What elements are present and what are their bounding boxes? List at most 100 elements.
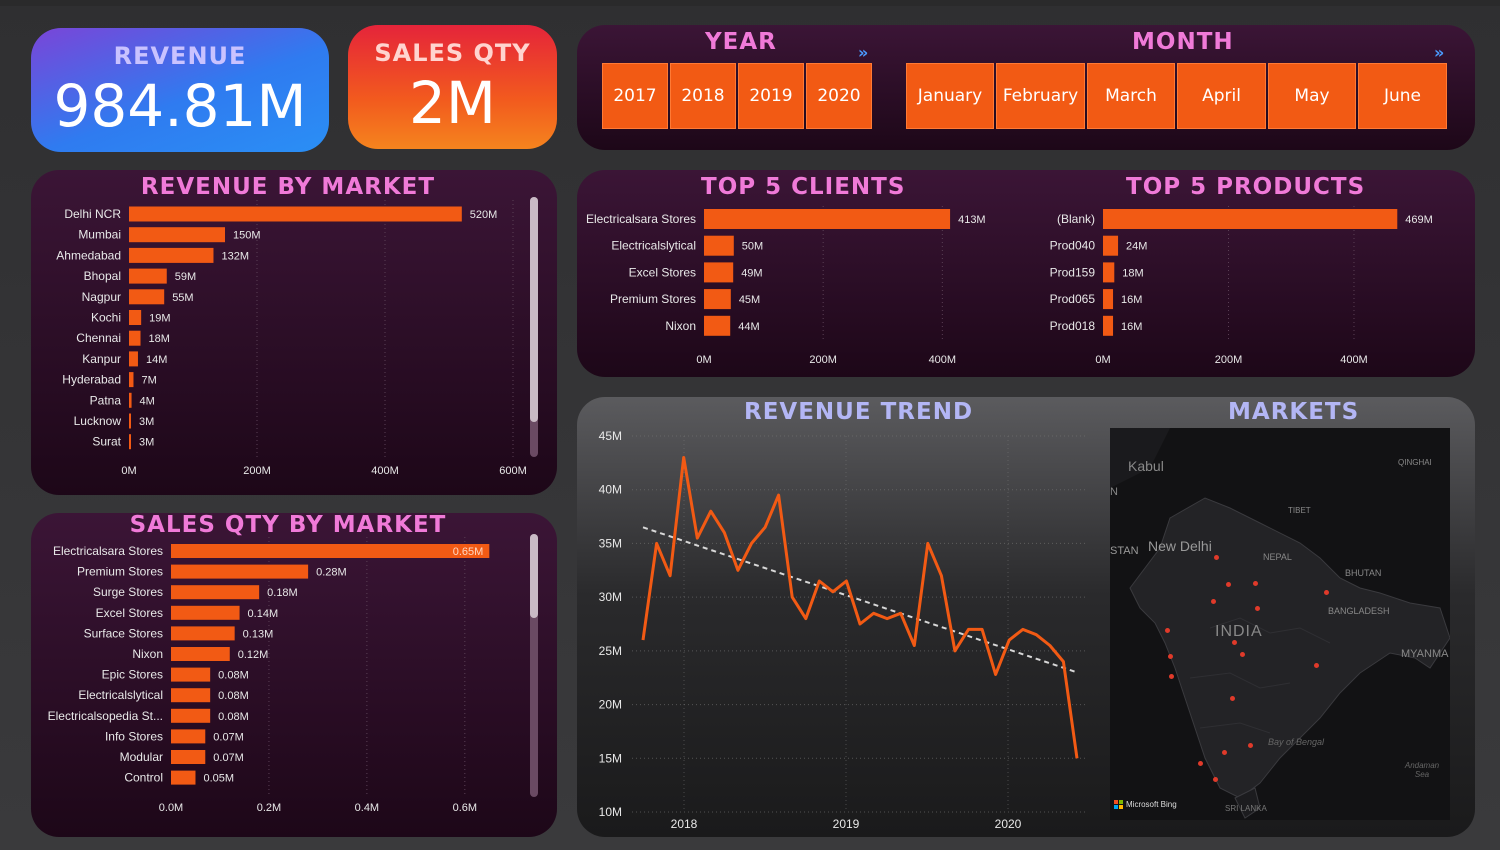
map-label-stan: STAN bbox=[1110, 545, 1139, 557]
map-label-nepal: NEPAL bbox=[1263, 552, 1292, 562]
revenue-by-market-chart: 0M 200M 400M 600M Delhi NCR 520M Mumbai 150M Ahm… bbox=[56, 200, 527, 477]
top5_clients-data-label: 44M bbox=[738, 321, 759, 333]
market-dot[interactable] bbox=[1248, 743, 1253, 748]
revenue_by_market-category-label: Lucknow bbox=[74, 414, 122, 428]
top5_clients-category-label: Excel Stores bbox=[629, 265, 696, 279]
market-dot[interactable] bbox=[1169, 674, 1174, 679]
market-dot[interactable] bbox=[1198, 761, 1203, 766]
top5_products-data-label: 16M bbox=[1121, 321, 1142, 333]
map-label-bhutan: BHUTAN bbox=[1345, 568, 1382, 578]
sales_qty_by_market-category-label: Excel Stores bbox=[96, 606, 163, 620]
revenue_by_market-bar bbox=[129, 392, 132, 408]
month-option-april[interactable]: April bbox=[1177, 63, 1266, 129]
top5_clients-bar bbox=[704, 235, 734, 256]
month-chevron-icon[interactable]: » bbox=[1434, 43, 1444, 62]
top5_products-bar bbox=[1103, 262, 1115, 283]
market-dot[interactable] bbox=[1255, 606, 1260, 611]
sales_qty_by_market-bar bbox=[171, 626, 235, 641]
revenue_by_market-bar bbox=[129, 434, 131, 450]
revenue_by_market-x-tick-label: 400M bbox=[371, 465, 399, 477]
sales_qty_by_market-data-label: 0.28M bbox=[316, 567, 347, 579]
revenue_by_market-data-label: 7M bbox=[141, 375, 156, 387]
top5_products-category-label: Prod159 bbox=[1050, 265, 1096, 279]
month-option-january[interactable]: January bbox=[906, 63, 994, 129]
revenue_by_market-bar bbox=[129, 372, 134, 388]
sales_qty_by_market-category-label: Electricalsopedia St... bbox=[48, 709, 163, 723]
market-dot[interactable] bbox=[1230, 696, 1235, 701]
sales-qty-kpi-card[interactable]: SALES QTY 2M bbox=[348, 25, 557, 149]
top5_clients-data-label: 49M bbox=[741, 267, 762, 279]
market-dot[interactable] bbox=[1324, 590, 1329, 595]
revenue-trend-y-tick-label: 15M bbox=[599, 751, 622, 765]
year-option-2017[interactable]: 2017 bbox=[602, 63, 668, 129]
sales_qty_by_market-data-label: 0.12M bbox=[238, 649, 269, 661]
month-option-may[interactable]: May bbox=[1268, 63, 1356, 129]
revenue-by-market-scroll-thumb[interactable] bbox=[530, 197, 538, 422]
revenue_by_market-data-label: 3M bbox=[139, 416, 154, 428]
market-dot[interactable] bbox=[1222, 750, 1227, 755]
revenue_by_market-data-label: 59M bbox=[175, 271, 196, 283]
sales_qty_by_market-x-tick-label: 0.0M bbox=[159, 802, 183, 814]
revenue_by_market-category-label: Kochi bbox=[91, 311, 121, 325]
map-label-n: N bbox=[1110, 486, 1118, 498]
map-label-qinghai: QINGHAI bbox=[1398, 458, 1432, 467]
revenue-trend-x-tick-label: 2018 bbox=[671, 817, 698, 831]
year-chevron-icon[interactable]: » bbox=[858, 43, 868, 62]
top5_clients-data-label: 50M bbox=[742, 241, 763, 253]
market-dot[interactable] bbox=[1226, 582, 1231, 587]
market-dot[interactable] bbox=[1253, 581, 1258, 586]
top5_products-category-label: Prod040 bbox=[1050, 239, 1096, 253]
sales_qty_by_market-x-tick-label: 0.4M bbox=[355, 802, 379, 814]
sales_qty_by_market-data-label: 0.07M bbox=[213, 731, 244, 743]
revenue_by_market-bar bbox=[129, 247, 214, 263]
market-dot[interactable] bbox=[1214, 555, 1219, 560]
revenue-kpi-card[interactable]: REVENUE 984.81M bbox=[31, 28, 329, 152]
market-dot[interactable] bbox=[1314, 663, 1319, 668]
revenue_by_market-category-label: Chennai bbox=[76, 331, 121, 345]
top5_clients-bar bbox=[704, 209, 951, 229]
year-option-2019[interactable]: 2019 bbox=[738, 63, 804, 129]
sales_qty_by_market-bar bbox=[171, 770, 196, 785]
top5_clients-category-label: Premium Stores bbox=[610, 292, 696, 306]
top-border bbox=[0, 0, 1500, 6]
year-option-2018[interactable]: 2018 bbox=[670, 63, 736, 129]
revenue_by_market-data-label: 132M bbox=[221, 250, 249, 262]
top5_products-bar bbox=[1103, 235, 1119, 256]
revenue_by_market-category-label: Delhi NCR bbox=[64, 207, 121, 221]
revenue_by_market-category-label: Nagpur bbox=[82, 290, 121, 304]
map-label-tibet: TIBET bbox=[1288, 506, 1311, 515]
top5_clients-x-tick-label: 200M bbox=[809, 354, 837, 366]
markets-map[interactable]: Kabul N QINGHAI TIBET STAN New Delhi NEP… bbox=[1110, 428, 1450, 820]
month-option-june[interactable]: June bbox=[1358, 63, 1447, 129]
top5_clients-x-tick-label: 0M bbox=[696, 354, 711, 366]
year-option-2020[interactable]: 2020 bbox=[806, 63, 872, 129]
month-option-march[interactable]: March bbox=[1087, 63, 1175, 129]
sales-qty-by-market-chart: 0.0M 0.2M 0.4M 0.6M Electricalsara Stores 0.6… bbox=[48, 537, 490, 814]
top5_products-x-tick-label: 400M bbox=[1340, 354, 1368, 366]
revenue-trend-line bbox=[641, 456, 1079, 759]
top5_clients-x-tick-label: 400M bbox=[929, 354, 957, 366]
top5_products-x-tick-label: 200M bbox=[1215, 354, 1243, 366]
sales_qty_by_market-category-label: Epic Stores bbox=[102, 668, 163, 682]
sales_qty_by_market-bar bbox=[171, 667, 211, 682]
market-dot[interactable] bbox=[1165, 628, 1170, 633]
month-option-february[interactable]: February bbox=[996, 63, 1085, 129]
market-dot[interactable] bbox=[1213, 777, 1218, 782]
revenue_by_market-bar bbox=[129, 268, 167, 284]
revenue_by_market-data-label: 520M bbox=[470, 209, 498, 221]
sales-qty-scroll-thumb[interactable] bbox=[530, 534, 538, 618]
top5-panel: TOP 5 CLIENTS TOP 5 PRODUCTS 0M 200M 400M E… bbox=[577, 170, 1475, 377]
market-dot[interactable] bbox=[1232, 640, 1237, 645]
market-dot[interactable] bbox=[1168, 654, 1173, 659]
revenue-trend-y-tick-label: 40M bbox=[599, 483, 622, 497]
market-dot[interactable] bbox=[1211, 599, 1216, 604]
sales_qty_by_market-category-label: Info Stores bbox=[105, 729, 163, 743]
sales_qty_by_market-category-label: Electricalsara Stores bbox=[53, 544, 163, 558]
market-dot[interactable] bbox=[1240, 652, 1245, 657]
bing-attribution: Microsoft Bing bbox=[1126, 800, 1177, 809]
revenue-trend-x-tick-label: 2020 bbox=[995, 817, 1022, 831]
revenue_by_market-bar bbox=[129, 310, 142, 325]
map-label-india: INDIA bbox=[1215, 623, 1263, 640]
map-label-myanmar: MYANMA bbox=[1401, 648, 1449, 660]
sales_qty_by_market-bar bbox=[171, 647, 230, 661]
